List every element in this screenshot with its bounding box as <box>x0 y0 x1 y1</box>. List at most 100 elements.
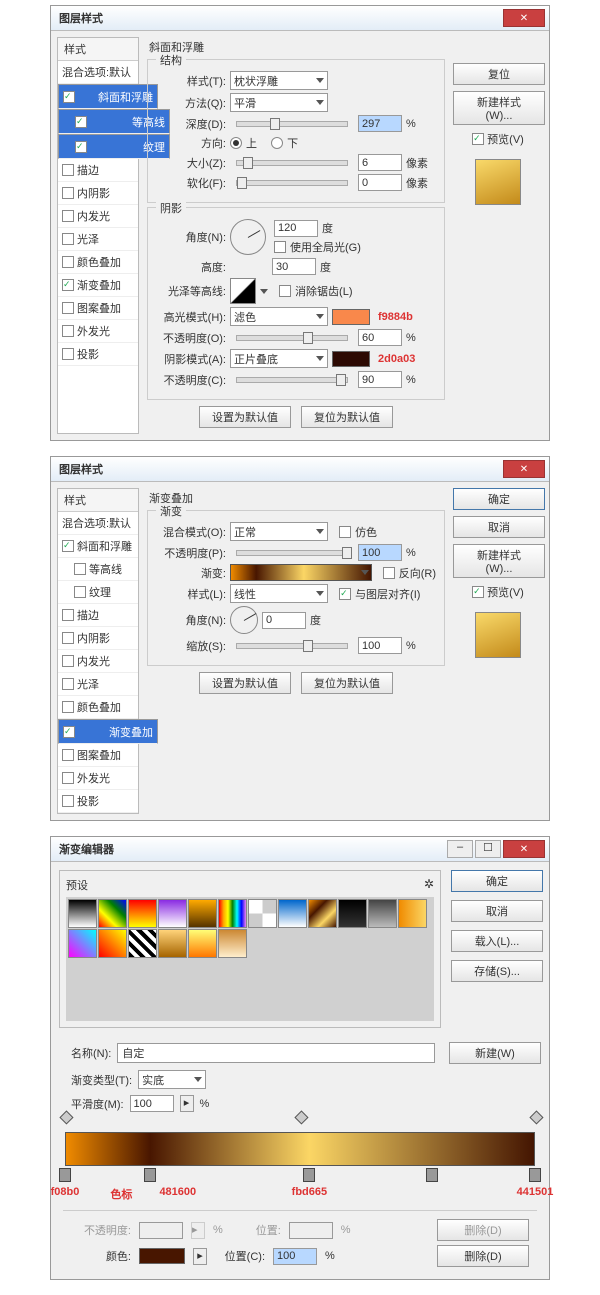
style-select[interactable]: 枕状浮雕 <box>230 71 328 90</box>
make-default-button[interactable]: 设置为默认值 <box>199 672 291 694</box>
preset-swatch[interactable] <box>128 899 157 928</box>
style-check[interactable] <box>75 116 87 128</box>
opacity-input[interactable]: 100 <box>358 544 402 561</box>
close-icon[interactable]: ✕ <box>503 840 545 858</box>
style-check[interactable] <box>62 210 74 222</box>
angle-dial[interactable] <box>230 219 266 255</box>
name-input[interactable]: 自定 <box>117 1043 435 1063</box>
style-check[interactable] <box>62 233 74 245</box>
style-check[interactable] <box>62 540 74 552</box>
opacity-slider[interactable] <box>236 550 348 556</box>
style-check[interactable] <box>62 256 74 268</box>
scale-slider[interactable] <box>236 643 348 649</box>
preset-swatch[interactable] <box>158 899 187 928</box>
preset-swatch[interactable] <box>248 899 277 928</box>
preset-swatch[interactable] <box>188 899 217 928</box>
highlight-mode-select[interactable]: 滤色 <box>230 307 328 326</box>
preset-swatch[interactable] <box>278 899 307 928</box>
chevron-down-icon[interactable] <box>260 289 268 294</box>
style-item[interactable]: 内发光 <box>58 205 138 228</box>
style-item[interactable]: 投影 <box>58 343 138 366</box>
technique-select[interactable]: 平滑 <box>230 93 328 112</box>
titlebar[interactable]: 图层样式 ✕ <box>51 6 549 31</box>
dir-down-radio[interactable] <box>271 137 283 149</box>
shadow-color[interactable] <box>332 351 370 367</box>
type-select[interactable]: 实底 <box>138 1070 206 1089</box>
highlight-opacity-slider[interactable] <box>236 335 348 341</box>
style-check[interactable] <box>62 678 74 690</box>
color-location-input[interactable]: 100 <box>273 1248 317 1265</box>
delete-color-button[interactable]: 删除(D) <box>437 1245 529 1267</box>
angle-dial[interactable] <box>230 606 258 634</box>
close-icon[interactable]: ✕ <box>503 9 545 27</box>
ok-button[interactable]: 确定 <box>453 488 545 510</box>
blend-options-row[interactable]: 混合选项:默认 <box>58 512 138 535</box>
cancel-button[interactable]: 取消 <box>451 900 543 922</box>
color-stepper[interactable]: ▸ <box>193 1248 207 1265</box>
style-item[interactable]: 投影 <box>58 790 138 813</box>
color-stop[interactable] <box>529 1168 541 1182</box>
close-icon[interactable]: ✕ <box>503 460 545 478</box>
size-slider[interactable] <box>236 160 348 166</box>
preset-swatch[interactable] <box>98 929 127 958</box>
style-item[interactable]: 斜面和浮雕 <box>58 535 138 558</box>
align-check[interactable] <box>339 588 351 600</box>
style-item[interactable]: 内阴影 <box>58 182 138 205</box>
new-style-button[interactable]: 新建样式(W)... <box>453 91 545 125</box>
save-button[interactable]: 存储(S)... <box>451 960 543 982</box>
preset-swatch[interactable] <box>398 899 427 928</box>
grad-style-select[interactable]: 线性 <box>230 584 328 603</box>
style-item[interactable]: 内阴影 <box>58 627 138 650</box>
style-item[interactable]: 颜色叠加 <box>58 251 138 274</box>
preset-swatch[interactable] <box>68 929 97 958</box>
preset-swatch[interactable] <box>188 929 217 958</box>
style-item[interactable]: 颜色叠加 <box>58 696 138 719</box>
new-button[interactable]: 新建(W) <box>449 1042 541 1064</box>
make-default-button[interactable]: 设置为默认值 <box>199 406 291 428</box>
style-check[interactable] <box>62 772 74 784</box>
gloss-contour[interactable] <box>230 278 256 304</box>
gear-icon[interactable]: ✲ <box>424 877 434 897</box>
minimize-icon[interactable]: – <box>447 840 473 858</box>
reset-button[interactable]: 复位 <box>453 63 545 85</box>
blend-options-row[interactable]: 混合选项:默认 <box>58 61 138 84</box>
style-check[interactable] <box>62 279 74 291</box>
preset-swatch[interactable] <box>158 929 187 958</box>
color-stop[interactable] <box>59 1168 71 1182</box>
shadow-opacity-input[interactable]: 90 <box>358 371 402 388</box>
style-item[interactable]: 渐变叠加 <box>58 719 158 744</box>
style-check[interactable] <box>62 164 74 176</box>
color-stops[interactable] <box>65 1168 535 1184</box>
style-check[interactable] <box>63 91 75 103</box>
style-check[interactable] <box>75 141 87 153</box>
style-item[interactable]: 等高线 <box>58 558 138 581</box>
blend-mode-select[interactable]: 正常 <box>230 522 328 541</box>
ok-button[interactable]: 确定 <box>451 870 543 892</box>
angle-input[interactable]: 120 <box>274 220 318 237</box>
preset-swatch[interactable] <box>218 899 247 928</box>
style-item[interactable]: 外发光 <box>58 767 138 790</box>
gradient-bar[interactable] <box>65 1132 535 1166</box>
style-item[interactable]: 光泽 <box>58 228 138 251</box>
opacity-stop[interactable] <box>529 1110 543 1124</box>
style-check[interactable] <box>74 563 86 575</box>
opacity-stop[interactable] <box>294 1110 308 1124</box>
style-check[interactable] <box>74 586 86 598</box>
smoothness-stepper[interactable]: ▸ <box>180 1095 194 1112</box>
shadow-opacity-slider[interactable] <box>236 377 348 383</box>
smoothness-input[interactable]: 100 <box>130 1095 174 1112</box>
style-check[interactable] <box>63 726 75 738</box>
style-check[interactable] <box>62 302 74 314</box>
reset-default-button[interactable]: 复位为默认值 <box>301 406 393 428</box>
soften-input[interactable]: 0 <box>358 174 402 191</box>
soften-slider[interactable] <box>236 180 348 186</box>
gradient-picker[interactable] <box>230 564 372 581</box>
style-check[interactable] <box>62 795 74 807</box>
style-item[interactable]: 光泽 <box>58 673 138 696</box>
angle-input[interactable]: 0 <box>262 612 306 629</box>
stop-color-swatch[interactable] <box>139 1248 185 1264</box>
size-input[interactable]: 6 <box>358 154 402 171</box>
preset-swatch[interactable] <box>308 899 337 928</box>
style-item[interactable]: 外发光 <box>58 320 138 343</box>
style-check[interactable] <box>62 632 74 644</box>
